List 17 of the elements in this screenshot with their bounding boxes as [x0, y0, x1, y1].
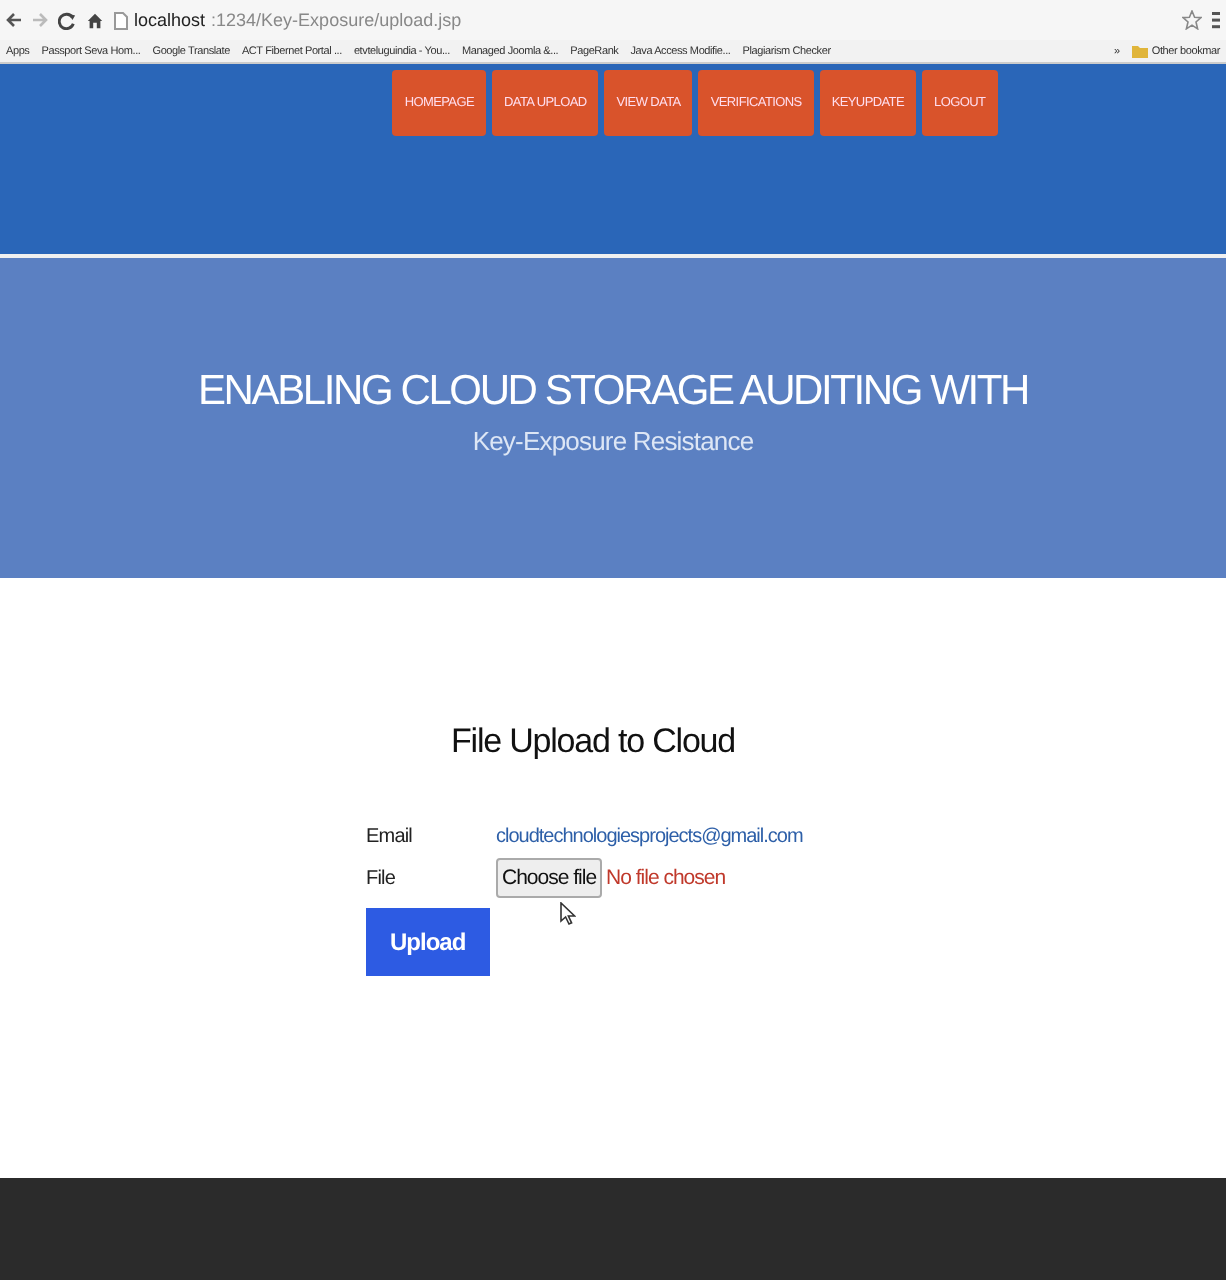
- hero-title: ENABLING CLOUD STORAGE AUDITING WITH: [198, 368, 1028, 416]
- star-icon[interactable]: [1182, 10, 1202, 30]
- back-icon[interactable]: [6, 12, 22, 28]
- file-label: File: [366, 867, 398, 889]
- hero-subtitle: Key-Exposure Resistance: [472, 426, 754, 456]
- email-label: Email: [366, 826, 415, 848]
- choose-file-button[interactable]: Choose file: [496, 858, 603, 898]
- page-icon: [114, 11, 128, 29]
- pointer-icon: [560, 902, 576, 926]
- reload-icon[interactable]: [58, 11, 76, 29]
- email-value: cloudtechnologiesprojects@gmail.com: [496, 826, 803, 848]
- upload-button[interactable]: Upload: [366, 908, 490, 976]
- menu-icon[interactable]: [1212, 10, 1220, 30]
- form-heading: File Upload to Cloud: [450, 722, 736, 762]
- home-icon[interactable]: [86, 11, 104, 29]
- file-status: No file chosen: [606, 866, 726, 890]
- folder-icon: [1131, 44, 1148, 58]
